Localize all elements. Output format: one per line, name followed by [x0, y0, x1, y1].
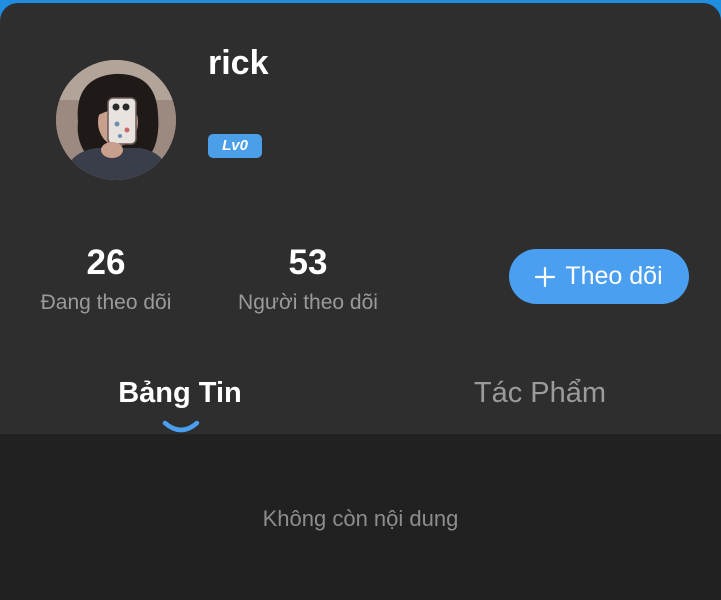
active-tab-indicator [162, 420, 200, 433]
plus-icon [535, 266, 556, 287]
level-badge: Lv0 [208, 134, 262, 158]
content-area: Không còn nội dung [0, 434, 721, 600]
follow-button-label: Theo dõi [565, 262, 663, 290]
profile-card: rick Lv0 26 Đang theo dõi 53 Người theo … [0, 3, 721, 600]
following-label: Đang theo dõi [40, 291, 172, 314]
tab-works[interactable]: Tác Phẩm [450, 373, 630, 413]
followers-label: Người theo dõi [238, 291, 378, 314]
following-stat[interactable]: 26 Đang theo dõi [20, 241, 192, 318]
empty-state-message: Không còn nội dung [262, 506, 459, 531]
avatar[interactable] [56, 60, 176, 180]
username: rick [208, 44, 269, 82]
followers-count: 53 [288, 243, 328, 282]
follow-button[interactable]: Theo dõi [509, 249, 689, 304]
following-count: 26 [86, 243, 126, 282]
tab-news-feed[interactable]: Bảng Tin [90, 373, 270, 413]
user-avatar-photo-icon [56, 60, 176, 180]
followers-stat[interactable]: 53 Người theo dõi [222, 241, 394, 318]
